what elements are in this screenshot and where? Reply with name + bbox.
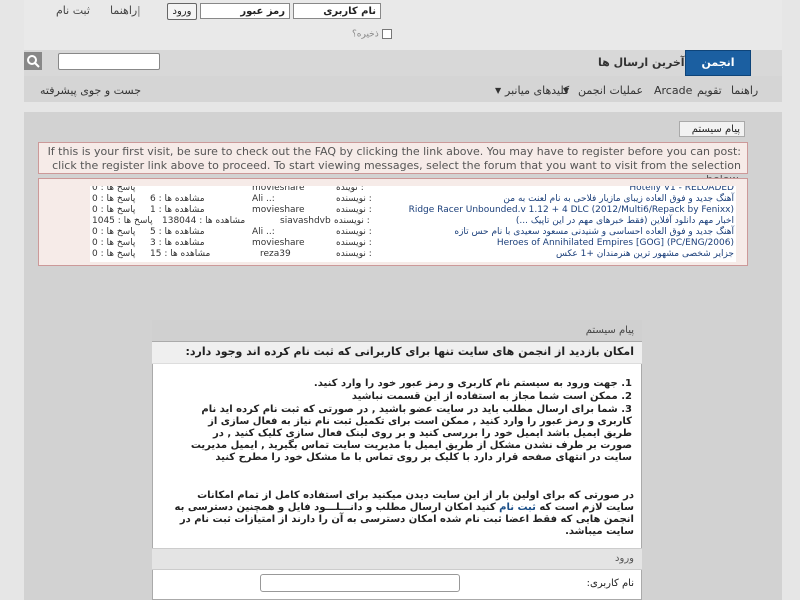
ticker-row[interactable]: Ridge Racer Unbounded.v 1.12 + 4 DLC (20… bbox=[90, 205, 736, 216]
username-label: نام کاربری: bbox=[586, 578, 634, 589]
system-message-title: امکان بازدید از انجمن های سایت تنها برای… bbox=[152, 342, 642, 364]
login-username-input[interactable] bbox=[260, 574, 460, 592]
welcome-notice: If this is your first visit, be sure to … bbox=[38, 142, 748, 186]
list-item: 2. ممکن است شما مجاز به استفاده از این ق… bbox=[351, 391, 632, 402]
ticker-row[interactable]: Hotelly V1 - RELOADED نوینده : movieshar… bbox=[90, 186, 736, 194]
subnav-calendar[interactable]: تقویم bbox=[697, 84, 722, 97]
instruction-list: 1. جهت ورود به سیستم نام کاربری و رمز عب… bbox=[180, 378, 632, 465]
remember-label: ذخیره؟ bbox=[352, 29, 379, 40]
remember-me[interactable]: ذخیره؟ bbox=[352, 29, 392, 40]
list-item: 3. شما برای ارسال مطلب باید در سایت عضو … bbox=[190, 404, 632, 463]
subnav-forum-actions[interactable]: عملیات انجمن bbox=[578, 84, 643, 97]
subnav-advanced-search[interactable]: جست و جوی پیشرفته bbox=[40, 84, 141, 97]
subnav-help[interactable]: راهنما bbox=[731, 84, 758, 97]
link-separator: | bbox=[137, 4, 141, 17]
chevron-down-icon: ▼ bbox=[495, 86, 502, 95]
tab-forum[interactable]: انجمن bbox=[685, 50, 751, 76]
ticker-row[interactable]: جزایر شخصی مشهور ترین هنرمندان +1 عکس نو… bbox=[90, 249, 736, 260]
search-input[interactable] bbox=[58, 53, 160, 70]
ticker-row[interactable]: Heroes of Annihilated Empires [GOG] (PC/… bbox=[90, 238, 736, 249]
system-message-header: پیام سیستم bbox=[152, 320, 642, 342]
ticker-list: Hotelly V1 - RELOADED نوینده : movieshar… bbox=[90, 186, 736, 262]
tab-recent-posts[interactable]: آخرین ارسال ها bbox=[598, 56, 685, 69]
ticker-row[interactable]: آهنگ جدید و فوق العاده احساسی و شنیدنی م… bbox=[90, 227, 736, 238]
password-field[interactable]: رمز عبور bbox=[200, 3, 290, 19]
breadcrumb[interactable]: پیام سیستم bbox=[679, 121, 745, 137]
ticker-row[interactable]: آهنگ جدید و فوق العاده زیبای مازیار فلاح… bbox=[90, 194, 736, 205]
list-item: 1. جهت ورود به سیستم نام کاربری و رمز عب… bbox=[313, 378, 632, 389]
subnav-quick-links[interactable]: کلیدهای میانبر bbox=[505, 84, 569, 97]
register-link-inline[interactable]: ثبت نام bbox=[499, 502, 536, 513]
register-link[interactable]: ثبت نام bbox=[56, 4, 90, 17]
login-button[interactable]: ورود bbox=[167, 3, 197, 20]
username-field[interactable]: نام کاربری bbox=[293, 3, 381, 19]
ticker-row[interactable]: اخبار مهم دانلود آفلاین (فقط خبرهای مهم … bbox=[90, 216, 736, 227]
remember-checkbox[interactable] bbox=[381, 29, 392, 39]
register-paragraph: در صورتی که برای اولین بار از این سایت د… bbox=[174, 490, 634, 537]
help-link[interactable]: راهنما bbox=[110, 4, 137, 17]
subnav-arcade[interactable]: Arcade bbox=[654, 84, 692, 97]
search-button[interactable] bbox=[24, 52, 42, 70]
login-section-header: ورود bbox=[152, 548, 642, 570]
search-icon bbox=[27, 55, 40, 68]
